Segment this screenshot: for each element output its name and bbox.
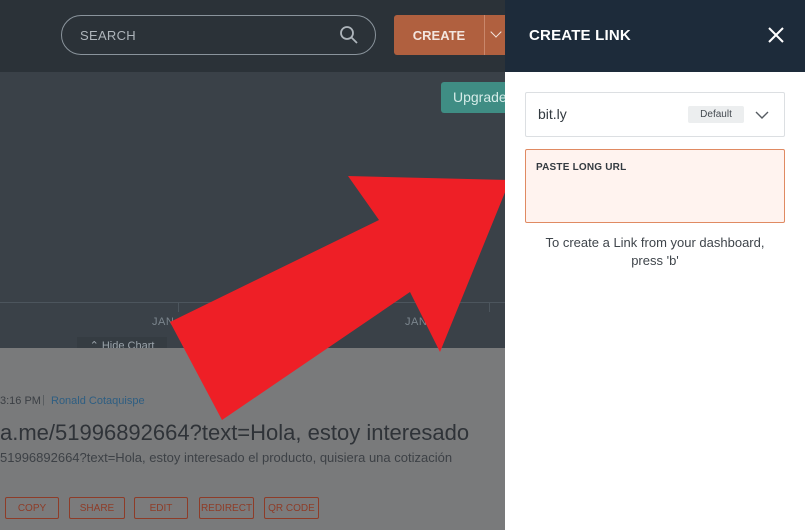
domain-select[interactable]: bit.ly Default (525, 92, 785, 137)
long-url-input[interactable] (534, 180, 774, 214)
link-title: a.me/51996892664?text=Hola, estoy intere… (0, 420, 470, 445)
chart-tick (489, 302, 490, 312)
search-placeholder: SEARCH (80, 28, 136, 43)
chart-tick-label: JAN (152, 316, 175, 328)
create-link-panel: CREATE LINK bit.ly Default PASTE LONG UR… (505, 0, 805, 530)
keyboard-hint: To create a Link from your dashboard, pr… (545, 235, 765, 268)
create-button[interactable]: CREATE (394, 15, 484, 55)
link-author[interactable]: Ronald Cotaquispe (51, 395, 145, 407)
long-url-label: PASTE LONG URL (536, 162, 627, 173)
default-badge: Default (688, 106, 744, 123)
close-icon[interactable] (766, 25, 786, 45)
panel-header: CREATE LINK (505, 0, 805, 72)
meta-separator: | (42, 394, 45, 406)
share-button[interactable]: SHARE (69, 497, 125, 519)
chevron-down-icon (755, 111, 769, 119)
domain-value: bit.ly (538, 106, 567, 122)
copy-button[interactable]: COPY (5, 497, 59, 519)
chart-tick (178, 302, 179, 312)
search-icon[interactable] (339, 25, 359, 45)
edit-button[interactable]: EDIT (134, 497, 188, 519)
panel-title: CREATE LINK (529, 27, 631, 44)
chart-tick (332, 302, 333, 312)
redirect-button[interactable]: REDIRECT (199, 497, 254, 519)
link-created-time: 3:16 PM (0, 395, 41, 407)
chart-tick-label: JAN (405, 316, 428, 328)
qr-code-button[interactable]: QR CODE (264, 497, 319, 519)
link-long-url[interactable]: 51996892664?text=Hola, estoy interesado … (0, 450, 452, 465)
search-box[interactable]: SEARCH (61, 15, 376, 55)
long-url-input-box[interactable]: PASTE LONG URL (525, 149, 785, 223)
